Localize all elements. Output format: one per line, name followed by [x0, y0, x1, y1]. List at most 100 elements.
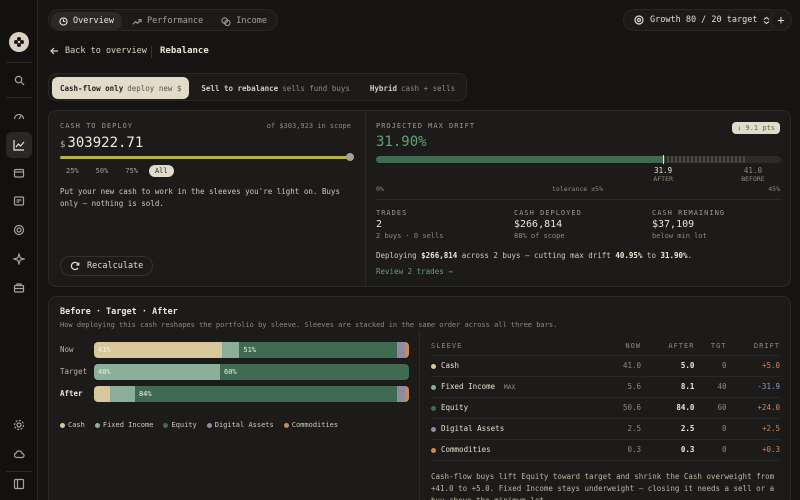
clock-icon: [59, 16, 68, 26]
mode-hybrid[interactable]: Hybrid cash + sells: [362, 77, 463, 99]
slider-handle[interactable]: [346, 153, 354, 161]
folder-icon[interactable]: [6, 160, 32, 186]
back-to-overview-link[interactable]: Back to overview: [50, 46, 147, 56]
stats-divider: [376, 199, 782, 200]
tgt-cell: 60: [694, 397, 727, 419]
col-tgt: TGT: [694, 337, 727, 356]
compare-description: How deploying this cash reshapes the por…: [60, 321, 558, 329]
now-cell: 2.5: [604, 418, 642, 440]
review-trades-link[interactable]: Review 2 trades →: [376, 267, 453, 276]
segment-fixed-income: [221, 342, 240, 358]
compare-divider: [419, 331, 420, 500]
segment-commodities: [404, 386, 409, 402]
tab-income[interactable]: Income: [213, 12, 275, 30]
now-cell: 5.6: [604, 376, 642, 398]
table-note: Cash-flow buys lift Equity toward target…: [431, 471, 775, 500]
table-row[interactable]: Digital Assets 2.5 2.5 0 +2.5: [431, 418, 780, 440]
table-row[interactable]: Fixed Income MAX 5.6 8.1 40 -31.9: [431, 376, 780, 398]
drift-cell: +5.0: [726, 355, 780, 377]
stat-label: TRADES: [376, 209, 408, 217]
sleeve-name: Cash: [441, 361, 460, 370]
preset-75[interactable]: 75%: [119, 165, 144, 177]
drift-axis-min: 0%: [376, 185, 384, 193]
page-title: Rebalance: [160, 46, 209, 56]
tab-income-label: Income: [236, 16, 267, 26]
stat-sub: below min lot: [652, 232, 707, 240]
preset-group: 25% 50% 75% All: [60, 165, 174, 177]
drift-change-badge: ↓ 9.1 pts: [732, 122, 780, 134]
scope-text: of $303,923 in scope: [266, 122, 351, 130]
tgt-cell: 0: [694, 439, 727, 461]
preset-50[interactable]: 50%: [90, 165, 115, 177]
bar-label-now: Now: [60, 345, 74, 354]
segment-equity: 84%: [134, 386, 398, 402]
briefcase-icon[interactable]: [6, 275, 32, 301]
document-icon[interactable]: [6, 188, 32, 214]
before-caption: BEFORE: [741, 175, 765, 183]
table-row[interactable]: Equity 50.6 84.0 60 +24.0: [431, 397, 780, 419]
legend-swatch: [283, 422, 289, 428]
chart-icon[interactable]: [6, 132, 32, 158]
stat-sub: 88% of scope: [514, 232, 565, 240]
tab-overview-label: Overview: [73, 16, 114, 26]
drift-cell: -31.9: [726, 376, 780, 398]
add-button[interactable]: +: [770, 9, 792, 31]
sleeve-swatch: [431, 384, 436, 390]
summary-from: 40.95%: [615, 251, 643, 260]
deploy-amount-input[interactable]: 303922.71: [67, 135, 143, 151]
recalculate-label: Recalculate: [87, 261, 144, 271]
stat-label: CASH DEPLOYED: [514, 209, 582, 217]
legend-swatch: [163, 422, 169, 428]
mode-cash-flow-only[interactable]: Cash-flow only deploy new $: [52, 77, 190, 99]
legend-label: Commodities: [291, 421, 339, 429]
summary-text: to: [642, 251, 661, 260]
after-cell: 8.1: [641, 376, 695, 398]
table-row[interactable]: Cash 41.0 5.0 0 +5.0: [431, 355, 780, 377]
sleeve-cell: Cash: [431, 355, 605, 377]
bar-label-target: Target: [60, 367, 88, 376]
table-row[interactable]: Commodities 0.3 0.3 0 +0.3: [431, 439, 780, 461]
stack-bar-after: 84%: [94, 386, 409, 402]
sleeve-swatch: [431, 405, 436, 411]
logo-icon[interactable]: [9, 32, 29, 52]
legend-label: Fixed Income: [102, 421, 154, 429]
deploy-slider[interactable]: [60, 153, 354, 161]
after-marker-label: 31.9 AFTER: [648, 166, 678, 184]
after-cell: 5.0: [641, 355, 695, 377]
recalculate-button[interactable]: Recalculate: [60, 256, 154, 276]
legend-item-fixed-income: Fixed Income: [94, 421, 154, 429]
segment-fixed-income: 40%: [94, 364, 220, 380]
sleeve-name: Equity: [441, 403, 469, 412]
legend-swatch: [60, 422, 65, 428]
main-area: Overview Performance Income Growth 80 / …: [38, 0, 800, 500]
tab-overview[interactable]: Overview: [51, 12, 122, 30]
summary-to: 31.90%: [660, 251, 688, 260]
tgt-cell: 0: [694, 418, 727, 440]
tab-performance[interactable]: Performance: [124, 12, 211, 30]
legend-swatch: [94, 422, 100, 428]
search-icon[interactable]: [6, 67, 32, 93]
stat-value: $37,109: [652, 219, 695, 230]
target-icon[interactable]: [6, 217, 32, 243]
deploy-description: Put your new cash to work in the sleeves…: [60, 187, 340, 208]
gauge-icon[interactable]: [6, 103, 32, 129]
sleeve-swatch: [431, 363, 436, 369]
cloud-icon[interactable]: [6, 441, 32, 467]
plus-icon: +: [777, 13, 785, 27]
preset-25[interactable]: 25%: [60, 165, 85, 177]
before-value: 41.0: [743, 166, 762, 175]
mode-sell-to-rebalance[interactable]: Sell to rebalance sells fund buys: [193, 77, 358, 99]
settings-icon[interactable]: [6, 412, 32, 438]
legend-item-commodities: Commodities: [283, 421, 339, 429]
mode-sub: sells fund buys: [282, 83, 350, 93]
portfolio-selector[interactable]: Growth 80 / 20 target: [623, 9, 782, 31]
panel-icon[interactable]: [6, 471, 32, 497]
drift-title: PROJECTED MAX DRIFT: [376, 122, 476, 130]
preset-all[interactable]: All: [148, 165, 174, 177]
segment-cash: 41%: [94, 342, 222, 358]
stat-cash-remaining: CASH REMAINING $37,109 below min lot: [652, 209, 782, 240]
sparkle-icon[interactable]: [6, 246, 32, 272]
sleeve-name: Digital Assets: [441, 424, 505, 433]
tgt-cell: 0: [694, 355, 727, 377]
drift-cell: +2.5: [726, 418, 780, 440]
